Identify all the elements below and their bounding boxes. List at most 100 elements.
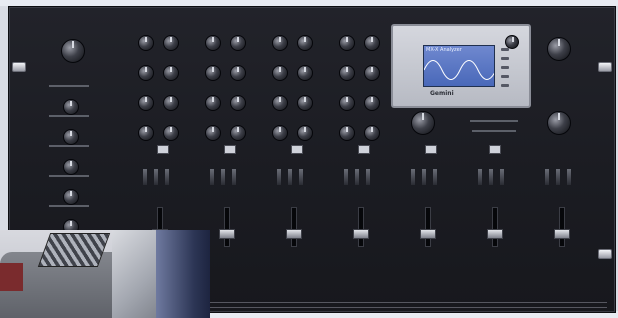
gain-knob[interactable] bbox=[339, 35, 355, 51]
label-marking bbox=[49, 145, 89, 147]
display-button[interactable] bbox=[501, 75, 509, 78]
cue-knob[interactable] bbox=[63, 189, 79, 205]
eq-high-knob[interactable] bbox=[297, 65, 313, 81]
eq-high-knob[interactable] bbox=[272, 65, 288, 81]
channel-8 bbox=[532, 27, 590, 267]
eq-mid-knob[interactable] bbox=[138, 95, 154, 111]
channel-fader-track[interactable] bbox=[358, 207, 364, 247]
gain-knob[interactable] bbox=[205, 35, 221, 51]
channel-fader-cap[interactable] bbox=[554, 229, 570, 239]
gain-knob[interactable] bbox=[163, 35, 179, 51]
level-meter bbox=[489, 169, 493, 185]
channel-fader-track[interactable] bbox=[492, 207, 498, 247]
level-meter bbox=[422, 169, 426, 185]
eq-high-knob[interactable] bbox=[163, 65, 179, 81]
channel-fader-track[interactable] bbox=[224, 207, 230, 247]
cue-button[interactable] bbox=[157, 145, 169, 154]
eq-high-knob[interactable] bbox=[138, 65, 154, 81]
channel-fader-cap[interactable] bbox=[219, 229, 235, 239]
channel-fader-cap[interactable] bbox=[487, 229, 503, 239]
gain-knob[interactable] bbox=[230, 35, 246, 51]
eq-high-knob[interactable] bbox=[230, 65, 246, 81]
channel-4 bbox=[264, 27, 322, 267]
channel-fader-cap[interactable] bbox=[286, 229, 302, 239]
booth-knob[interactable] bbox=[547, 37, 571, 61]
eq-high-knob[interactable] bbox=[205, 65, 221, 81]
level-meter bbox=[288, 169, 292, 185]
brand-label bbox=[472, 130, 516, 132]
photo-inset bbox=[0, 230, 210, 318]
display-knob[interactable] bbox=[505, 35, 519, 49]
photo-grate bbox=[37, 233, 111, 267]
eq-low-knob[interactable] bbox=[272, 125, 288, 141]
channel-fader-cap[interactable] bbox=[353, 229, 369, 239]
eq-mid-knob[interactable] bbox=[205, 95, 221, 111]
rack-screw-bottom-right bbox=[598, 249, 612, 259]
eq-low-knob[interactable] bbox=[339, 125, 355, 141]
level-meter bbox=[221, 169, 225, 185]
eq-mid-knob[interactable] bbox=[272, 95, 288, 111]
eq-mid-knob[interactable] bbox=[230, 95, 246, 111]
display-button[interactable] bbox=[501, 57, 509, 60]
label-marking bbox=[49, 85, 89, 87]
cue-button[interactable] bbox=[358, 145, 370, 154]
master-knob[interactable] bbox=[411, 111, 435, 135]
level-meter bbox=[366, 169, 370, 185]
gain-knob[interactable] bbox=[138, 35, 154, 51]
channel-5 bbox=[331, 27, 389, 267]
level-meter bbox=[500, 169, 504, 185]
photo-strap bbox=[156, 230, 210, 318]
cue-button[interactable] bbox=[489, 145, 501, 154]
screen: MX-X Analyzer bbox=[423, 45, 495, 87]
level-meter bbox=[411, 169, 415, 185]
channel-fader-track[interactable] bbox=[425, 207, 431, 247]
rack-screw-top-right bbox=[598, 62, 612, 72]
gain-knob[interactable] bbox=[272, 35, 288, 51]
level-meter bbox=[556, 169, 560, 185]
channel-fader-cap[interactable] bbox=[420, 229, 436, 239]
level-meter bbox=[355, 169, 359, 185]
cue-button[interactable] bbox=[425, 145, 437, 154]
eq-mid-knob[interactable] bbox=[364, 95, 380, 111]
eq-low-knob[interactable] bbox=[163, 125, 179, 141]
display-button[interactable] bbox=[501, 66, 509, 69]
gain-knob[interactable] bbox=[364, 35, 380, 51]
level-meter bbox=[478, 169, 482, 185]
level-meter bbox=[232, 169, 236, 185]
master-knob[interactable] bbox=[547, 111, 571, 135]
gain-knob[interactable] bbox=[297, 35, 313, 51]
level-meter bbox=[154, 169, 158, 185]
level-meter bbox=[433, 169, 437, 185]
display-button[interactable] bbox=[501, 84, 509, 87]
eq-high-knob[interactable] bbox=[63, 99, 79, 115]
level-meter bbox=[210, 169, 214, 185]
eq-mid-knob[interactable] bbox=[63, 129, 79, 145]
eq-mid-knob[interactable] bbox=[339, 95, 355, 111]
eq-mid-knob[interactable] bbox=[297, 95, 313, 111]
eq-low-knob[interactable] bbox=[297, 125, 313, 141]
channel-fader-track[interactable] bbox=[559, 207, 565, 247]
level-meter bbox=[299, 169, 303, 185]
level-meter bbox=[143, 169, 147, 185]
eq-low-knob[interactable] bbox=[364, 125, 380, 141]
eq-low-knob[interactable] bbox=[63, 159, 79, 175]
label-marking bbox=[49, 115, 89, 117]
eq-high-knob[interactable] bbox=[339, 65, 355, 81]
channel-fader-track[interactable] bbox=[291, 207, 297, 247]
level-meter bbox=[165, 169, 169, 185]
label-marking bbox=[49, 205, 89, 207]
cue-button[interactable] bbox=[291, 145, 303, 154]
display-button[interactable] bbox=[501, 48, 509, 51]
eq-mid-knob[interactable] bbox=[163, 95, 179, 111]
label-marking bbox=[49, 175, 89, 177]
eq-low-knob[interactable] bbox=[138, 125, 154, 141]
level-meter bbox=[277, 169, 281, 185]
level-meter bbox=[567, 169, 571, 185]
photo-red-panel bbox=[0, 263, 23, 291]
level-meter bbox=[545, 169, 549, 185]
eq-low-knob[interactable] bbox=[230, 125, 246, 141]
gain-knob[interactable] bbox=[61, 39, 85, 63]
eq-high-knob[interactable] bbox=[364, 65, 380, 81]
cue-button[interactable] bbox=[224, 145, 236, 154]
eq-low-knob[interactable] bbox=[205, 125, 221, 141]
